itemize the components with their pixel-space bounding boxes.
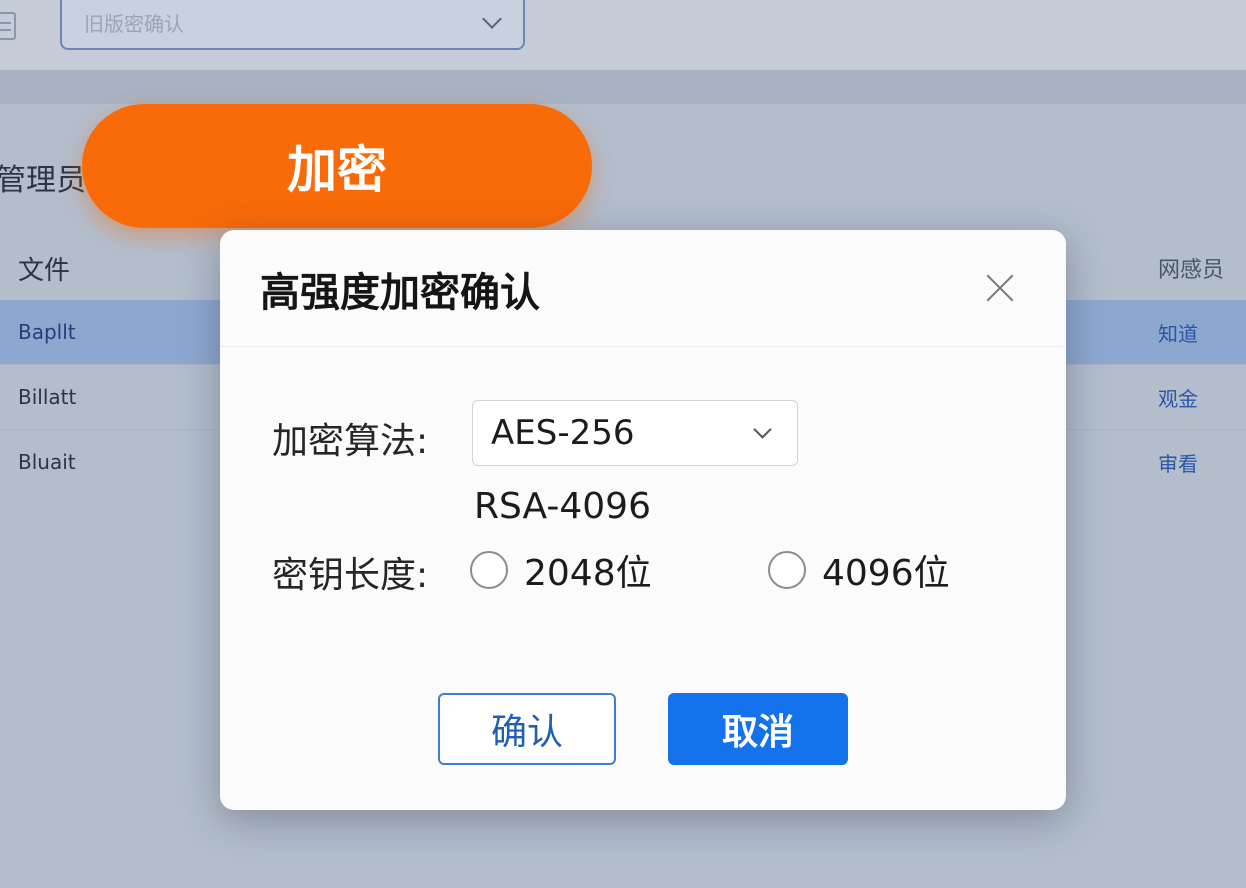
divider	[220, 346, 1066, 347]
chevron-down-icon	[482, 9, 502, 29]
row-link[interactable]: 知道	[1158, 318, 1198, 347]
document-icon[interactable]	[0, 12, 16, 40]
encryption-confirm-dialog: 高强度加密确认 加密算法: AES-256 RSA-4096 密钥长度: 204…	[220, 230, 1066, 810]
row-link[interactable]: 审看	[1158, 448, 1198, 477]
key-length-option-4096[interactable]: 4096位	[768, 548, 950, 594]
cancel-button[interactable]: 取消	[668, 693, 848, 765]
radio-label: 4096位	[822, 553, 950, 594]
radio-label: 2048位	[524, 553, 652, 594]
key-length-option-2048[interactable]: 2048位	[470, 548, 652, 594]
row-name: Bluait	[18, 450, 76, 474]
radio-icon[interactable]	[768, 551, 806, 589]
column-header-reviewer[interactable]: 网感员	[1158, 252, 1224, 284]
confirm-button[interactable]: 确认	[438, 693, 616, 765]
top-dropdown[interactable]: 旧版密确认	[60, 0, 525, 50]
algorithm-select[interactable]: AES-256	[472, 400, 798, 466]
top-toolbar: 旧版密确认	[0, 0, 1246, 71]
row-name: Billatt	[18, 385, 77, 409]
column-header-file[interactable]: 文件	[18, 250, 70, 287]
row-name: Bapllt	[18, 320, 76, 344]
close-icon[interactable]	[980, 268, 1020, 308]
algorithm-label: 加密算法:	[272, 421, 429, 462]
admin-label: 管理员	[0, 163, 86, 198]
toolbar-band	[0, 70, 1246, 104]
row-link[interactable]: 观金	[1158, 383, 1198, 412]
algorithm-option[interactable]: RSA-4096	[474, 486, 651, 527]
radio-icon[interactable]	[470, 551, 508, 589]
algorithm-selected-value: AES-256	[491, 413, 635, 453]
chevron-down-icon	[753, 420, 772, 439]
key-length-label: 密钥长度:	[272, 555, 429, 596]
dialog-title: 高强度加密确认	[260, 270, 540, 316]
encrypt-button[interactable]: 加密	[82, 104, 592, 228]
top-dropdown-value: 旧版密确认	[84, 12, 184, 36]
